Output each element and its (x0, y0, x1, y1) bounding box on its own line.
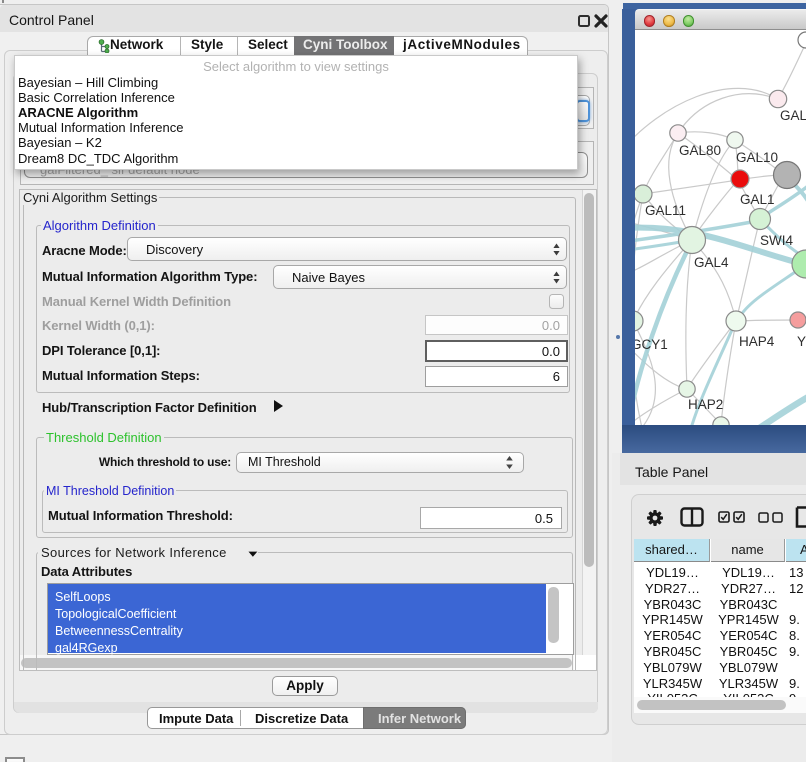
svg-text:GAL1: GAL1 (740, 192, 775, 207)
svg-text:Y: Y (797, 334, 806, 349)
svg-text:HAP2: HAP2 (688, 397, 723, 412)
svg-text:SWI4: SWI4 (760, 233, 793, 248)
svg-text:GAL4: GAL4 (694, 255, 729, 270)
svg-text:HAP4: HAP4 (739, 334, 775, 349)
svg-text:GCY1: GCY1 (635, 337, 668, 352)
svg-text:GAL: GAL (780, 108, 806, 123)
svg-text:GAL80: GAL80 (679, 143, 721, 158)
svg-text:GAL11: GAL11 (645, 203, 686, 218)
svg-text:GAL10: GAL10 (736, 150, 778, 165)
